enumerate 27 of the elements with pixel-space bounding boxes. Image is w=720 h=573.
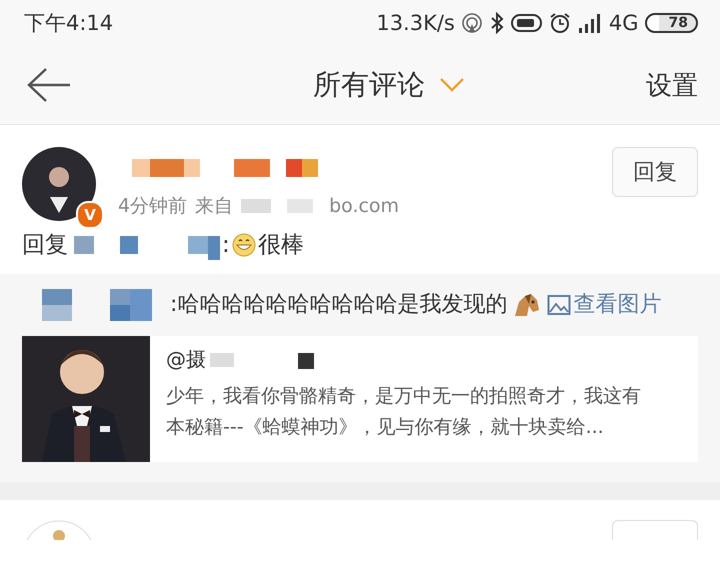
- status-time: 下午4:14: [24, 10, 114, 37]
- source-label: 来自: [195, 194, 234, 219]
- image-icon: [547, 294, 572, 316]
- page-title: 所有评论: [313, 67, 425, 103]
- reply-separator: :: [222, 232, 230, 258]
- card-description: 少年，我看你骨骼精奇，是万中无一的拍照奇才，我这有本秘籍---《蛤蟆神功》，见与你有缘，就十块卖给...: [166, 384, 642, 440]
- verified-badge: V: [76, 201, 104, 229]
- network-speed: 13.3K/s: [376, 11, 455, 35]
- settings-link[interactable]: 设置: [646, 68, 698, 102]
- comment-time: 4分钟前: [118, 194, 188, 219]
- quoted-comment: :哈哈哈哈哈哈哈哈哈哈是我发现的: [170, 291, 508, 319]
- card-author: @摄: [166, 346, 206, 373]
- reply-label: 回复: [22, 231, 68, 260]
- reply-text: 很棒: [258, 231, 304, 260]
- chevron-down-icon[interactable]: [439, 77, 465, 93]
- source-domain: bo.com: [329, 195, 400, 217]
- alarm-icon: [548, 12, 571, 34]
- battery-icon: 78: [644, 13, 698, 33]
- view-image-link[interactable]: 查看图片: [547, 288, 662, 322]
- toggle-icon: [510, 13, 543, 33]
- signal-icon: [576, 12, 603, 34]
- hotspot-icon: [460, 12, 483, 34]
- bluetooth-icon: [488, 12, 505, 34]
- back-icon[interactable]: [26, 67, 72, 103]
- reply-button[interactable]: 回复: [612, 147, 698, 197]
- grin-emoji-icon: [232, 232, 256, 256]
- network-type: 4G: [608, 11, 639, 35]
